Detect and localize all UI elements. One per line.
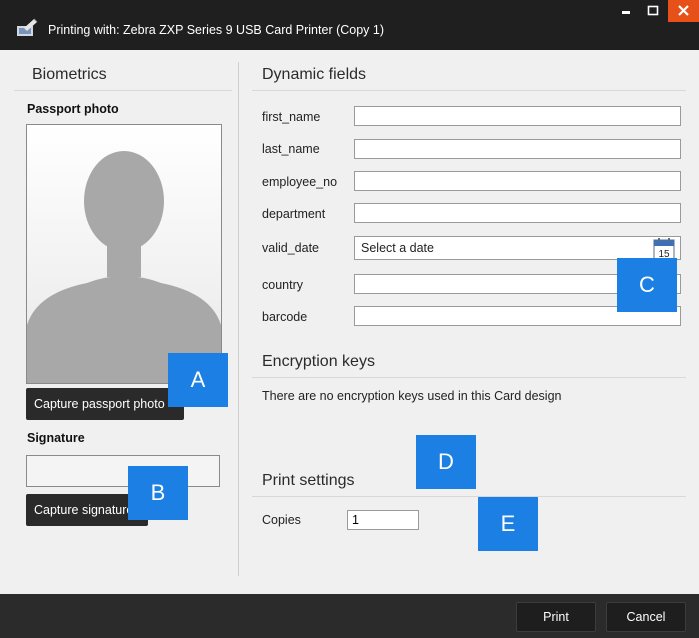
encryption-divider xyxy=(252,377,686,378)
print-button[interactable]: Print xyxy=(516,602,596,632)
last-name-input[interactable] xyxy=(354,139,681,159)
signature-box xyxy=(26,455,220,487)
valid-date-picker[interactable]: Select a date xyxy=(354,236,681,260)
employee-no-input[interactable] xyxy=(354,171,681,191)
maximize-button[interactable] xyxy=(641,0,665,22)
dynamic-fields-divider xyxy=(252,90,686,91)
panel-divider xyxy=(238,62,239,576)
print-settings-divider xyxy=(252,496,686,497)
minimize-button[interactable] xyxy=(614,0,638,22)
encryption-keys-heading: Encryption keys xyxy=(262,353,375,370)
calendar-icon[interactable]: 15 xyxy=(653,238,675,260)
silhouette-placeholder-icon xyxy=(27,151,221,383)
biometrics-divider xyxy=(14,90,232,91)
passport-photo-label: Passport photo xyxy=(27,102,119,116)
copies-input[interactable]: 1 xyxy=(347,510,419,530)
title-bar: Printing with: Zebra ZXP Series 9 USB Ca… xyxy=(0,0,699,50)
printer-app-icon xyxy=(16,18,38,38)
signature-label: Signature xyxy=(27,431,85,445)
copies-label: Copies xyxy=(262,513,301,527)
callout-b: B xyxy=(128,466,188,520)
print-dialog-window: Printing with: Zebra ZXP Series 9 USB Ca… xyxy=(0,0,699,638)
capture-passport-photo-button[interactable]: Capture passport photo xyxy=(26,388,184,420)
employee-no-label: employee_no xyxy=(262,175,338,189)
last-name-label: last_name xyxy=(262,142,320,156)
dynamic-fields-heading: Dynamic fields xyxy=(262,66,367,83)
first-name-input[interactable] xyxy=(354,106,681,126)
callout-c: C xyxy=(617,258,677,312)
close-button[interactable] xyxy=(668,0,699,22)
first-name-label: first_name xyxy=(262,110,321,124)
department-label: department xyxy=(262,207,326,221)
valid-date-label: valid_date xyxy=(262,241,319,255)
country-label: country xyxy=(262,278,303,292)
cancel-button[interactable]: Cancel xyxy=(606,602,686,632)
passport-photo-frame xyxy=(26,124,222,384)
window-title: Printing with: Zebra ZXP Series 9 USB Ca… xyxy=(48,23,385,37)
encryption-message: There are no encryption keys used in thi… xyxy=(262,389,562,403)
department-input[interactable] xyxy=(354,203,681,223)
barcode-label: barcode xyxy=(262,310,308,324)
callout-e: E xyxy=(478,497,538,551)
callout-d: D xyxy=(416,435,476,489)
biometrics-heading: Biometrics xyxy=(32,66,107,83)
callout-a: A xyxy=(168,353,228,407)
print-settings-heading: Print settings xyxy=(262,472,355,489)
